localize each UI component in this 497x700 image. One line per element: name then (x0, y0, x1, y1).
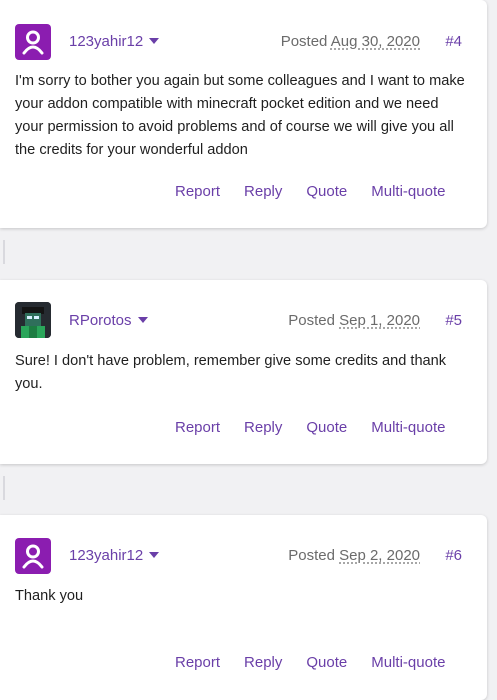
username-link[interactable]: 123yahir12 (69, 33, 160, 51)
username-link[interactable]: RPorotos (69, 312, 148, 330)
multi-quote-link[interactable]: Multi-quote (371, 654, 445, 671)
user-silhouette-icon (22, 30, 44, 55)
chevron-down-icon[interactable] (137, 317, 148, 324)
post-number-link[interactable]: #5 (445, 312, 462, 330)
post-number-link[interactable]: #4 (445, 33, 462, 51)
report-link[interactable]: Report (175, 654, 220, 671)
post-date[interactable]: Sep 1, 2020 (339, 312, 420, 329)
multi-quote-link[interactable]: Multi-quote (371, 183, 445, 200)
report-link[interactable]: Report (175, 183, 220, 200)
user-silhouette-icon (22, 544, 44, 569)
post-actions: Report Reply Quote Multi-quote (175, 419, 469, 437)
reply-link[interactable]: Reply (244, 654, 282, 671)
user-avatar-icon[interactable] (15, 24, 51, 60)
post-card: RPorotos Posted Sep 1, 2020 #5 Sure! I d… (0, 280, 487, 464)
username-text: 123yahir12 (69, 33, 144, 50)
character-avatar-image (15, 302, 51, 338)
username-text: 123yahir12 (69, 547, 144, 564)
user-avatar-icon[interactable] (15, 538, 51, 574)
reply-link[interactable]: Reply (244, 183, 282, 200)
post-card: 123yahir12 Posted Aug 30, 2020 #4 I'm so… (0, 0, 487, 228)
post-actions: Report Reply Quote Multi-quote (175, 183, 469, 201)
post-card: 123yahir12 Posted Sep 2, 2020 #6 Thank y… (0, 515, 487, 700)
username-text: RPorotos (69, 312, 132, 329)
post-body: Sure! I don't have problem, remember giv… (15, 353, 447, 392)
chevron-down-icon[interactable] (149, 38, 160, 45)
post-body: I'm sorry to bother you again but some c… (15, 73, 465, 158)
posted-label: Posted (288, 312, 335, 329)
posted-label: Posted (288, 547, 335, 564)
post-actions: Report Reply Quote Multi-quote (175, 654, 469, 672)
quote-link[interactable]: Quote (306, 419, 347, 436)
thread-connector (3, 240, 5, 264)
user-avatar-image[interactable] (15, 302, 51, 338)
thread-connector (3, 476, 5, 500)
multi-quote-link[interactable]: Multi-quote (371, 419, 445, 436)
post-body: Thank you (15, 588, 84, 604)
chevron-down-icon[interactable] (149, 552, 160, 559)
post-meta: Posted Sep 2, 2020 (288, 547, 420, 565)
report-link[interactable]: Report (175, 419, 220, 436)
post-meta: Posted Aug 30, 2020 (281, 33, 420, 51)
post-date[interactable]: Aug 30, 2020 (331, 33, 420, 50)
quote-link[interactable]: Quote (306, 654, 347, 671)
posted-label: Posted (280, 33, 328, 50)
quote-link[interactable]: Quote (306, 183, 347, 200)
post-date[interactable]: Sep 2, 2020 (339, 547, 420, 564)
reply-link[interactable]: Reply (244, 419, 282, 436)
post-number-link[interactable]: #6 (445, 547, 462, 565)
username-link[interactable]: 123yahir12 (69, 547, 160, 565)
post-meta: Posted Sep 1, 2020 (288, 312, 420, 330)
